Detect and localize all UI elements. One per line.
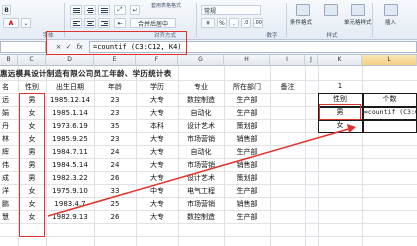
annotation-arrow xyxy=(47,124,356,217)
annotation-arrow-head xyxy=(347,124,356,133)
annotation-arrow-line xyxy=(47,127,353,217)
